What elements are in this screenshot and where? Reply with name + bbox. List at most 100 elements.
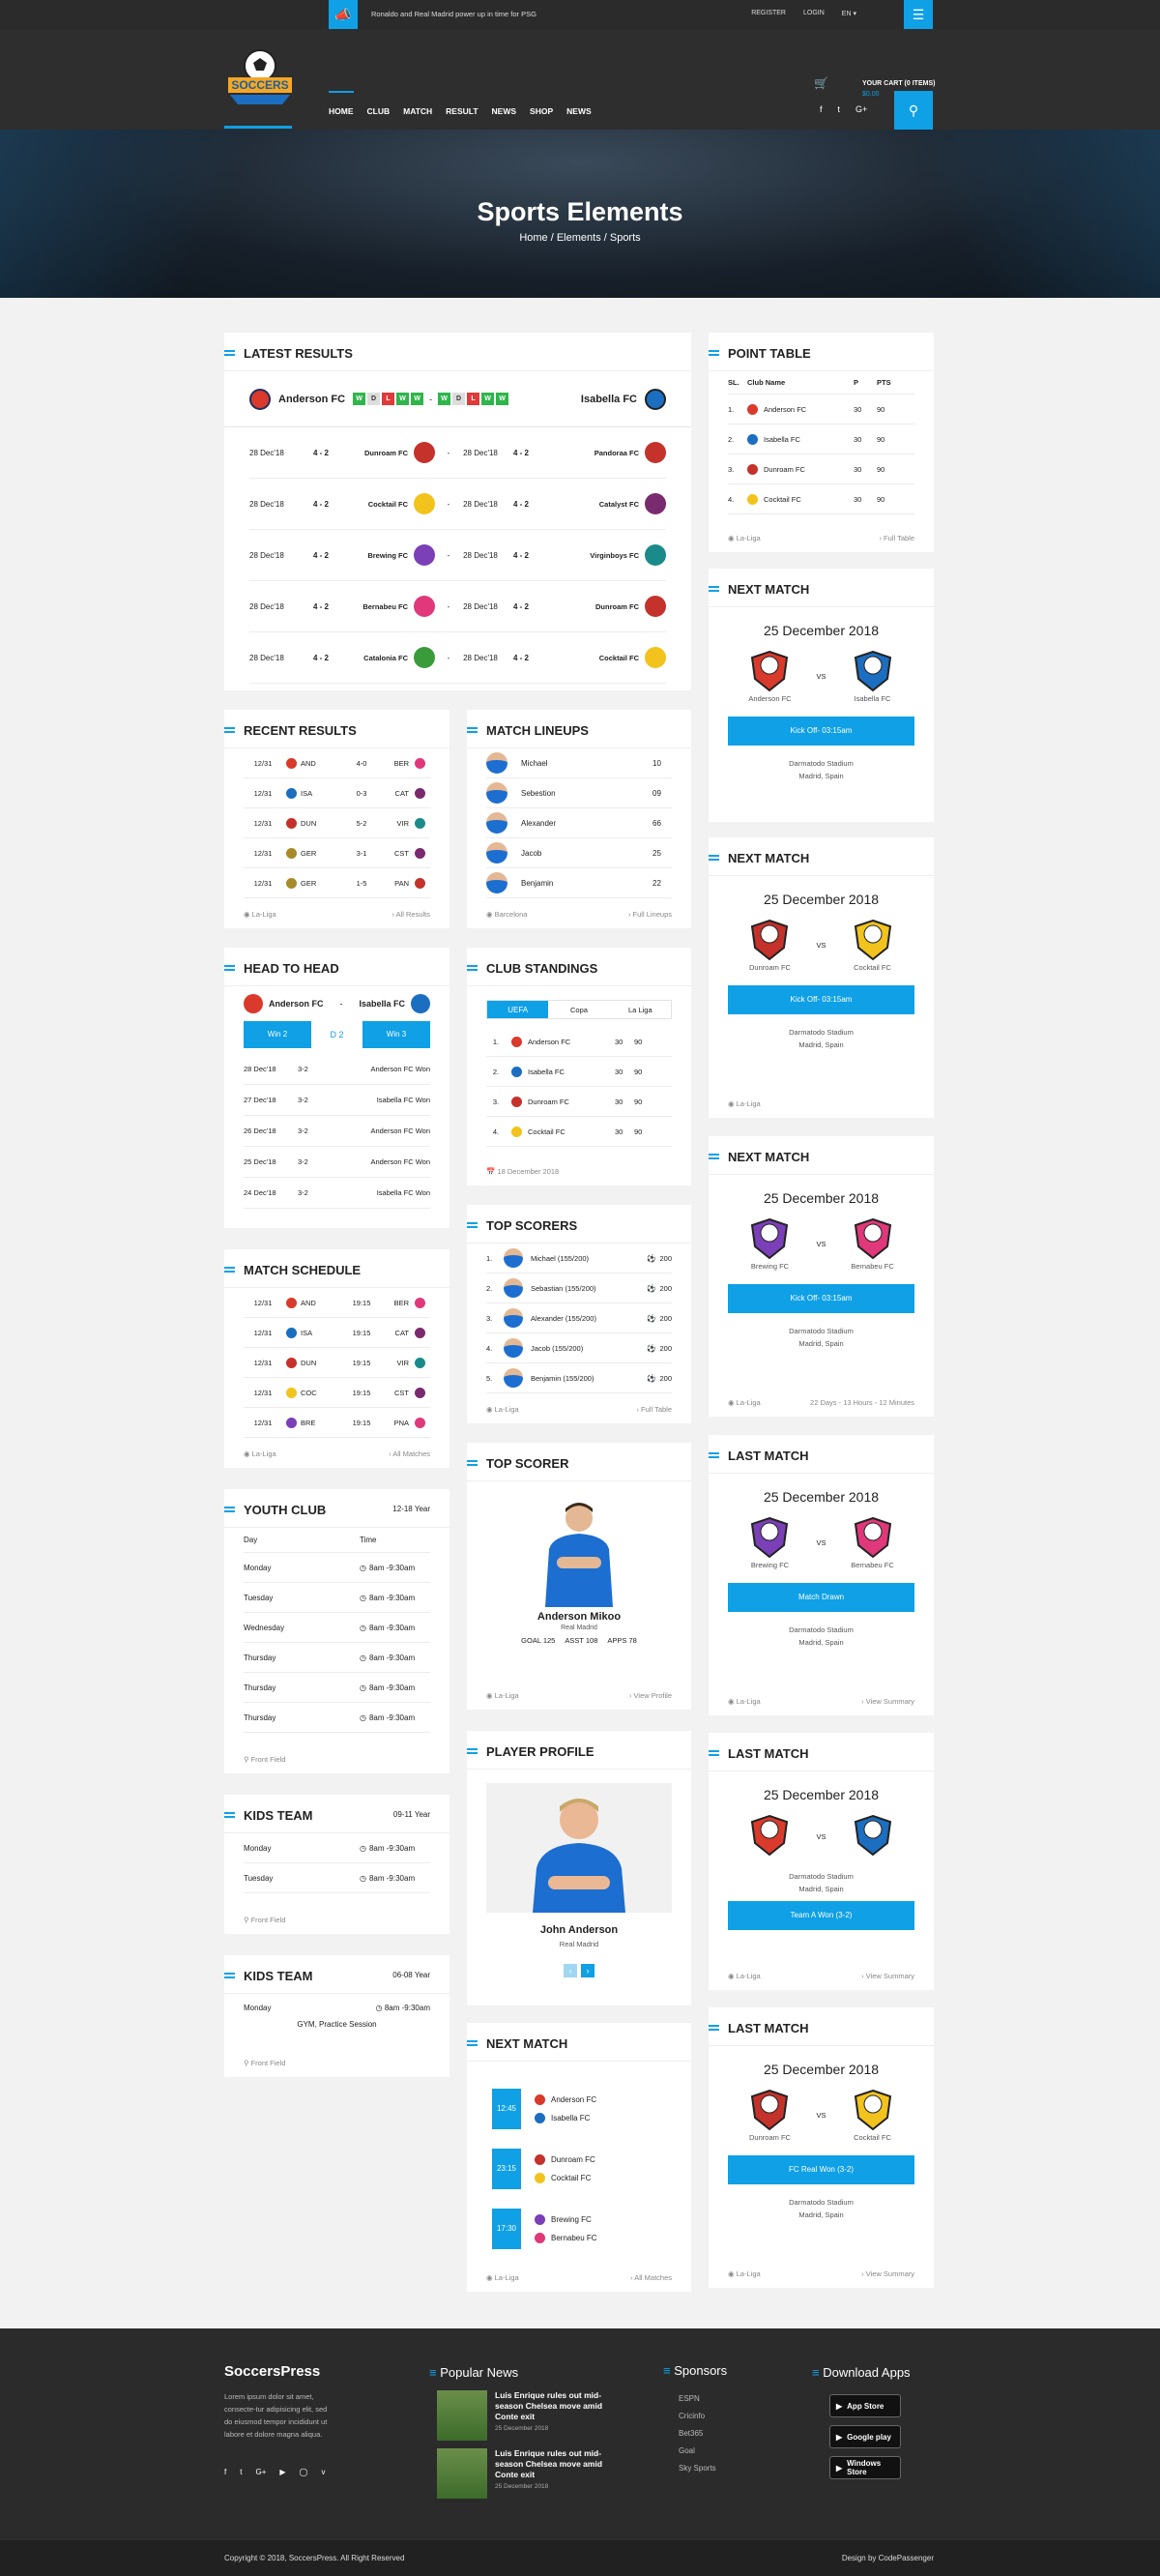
- nav-match[interactable]: MATCH: [403, 91, 432, 116]
- league-link[interactable]: ◉ La-Liga: [244, 910, 276, 919]
- table-row[interactable]: 4. Cocktail FC 30 90: [486, 1117, 672, 1147]
- google-plus-icon[interactable]: G+: [856, 104, 867, 114]
- match-status-button[interactable]: Kick Off- 03:15am: [728, 985, 914, 1014]
- search-button[interactable]: ⚲: [894, 91, 933, 130]
- view-summary-link[interactable]: › View Summary: [861, 1697, 914, 1706]
- league-link[interactable]: ◉ La-Liga: [728, 1972, 761, 1980]
- result-row[interactable]: 28 Dec'18 4 - 2 Dunroam FC -28 Dec'18 4 - 2P…: [249, 427, 666, 479]
- club-link[interactable]: ◉ Barcelona: [486, 910, 527, 919]
- match-status-button[interactable]: Team A Won (3-2): [728, 1901, 914, 1930]
- view-summary-link[interactable]: 22 Days - 13 Hours - 12 Minutes: [810, 1398, 914, 1407]
- match-status-button[interactable]: FC Real Won (3-2): [728, 2155, 914, 2184]
- result-row[interactable]: 28 Dec'18 4 - 2 Brewing FC -28 Dec'18 4 - 2V…: [249, 530, 666, 581]
- vimeo-icon[interactable]: v: [321, 2468, 325, 2476]
- full-table-link[interactable]: › Full Table: [636, 1405, 672, 1414]
- twitter-icon[interactable]: t: [838, 104, 841, 114]
- table-row[interactable]: 4. Cocktail FC 30 90: [728, 484, 914, 514]
- view-profile-link[interactable]: › View Profile: [629, 1691, 672, 1700]
- list-item[interactable]: 12/31 DUN 19:15 VIR: [244, 1348, 430, 1378]
- full-table-link[interactable]: › Full Table: [879, 534, 914, 542]
- match-status-button[interactable]: Kick Off- 03:15am: [728, 717, 914, 746]
- language-select[interactable]: EN ▾: [842, 10, 856, 17]
- menu-icon[interactable]: ☰: [904, 0, 933, 29]
- sponsor-link[interactable]: ESPN: [679, 2390, 716, 2408]
- news-item[interactable]: Luis Enrique rules out mid-season Chelse…: [437, 2448, 621, 2503]
- league-link[interactable]: ◉ La-Liga: [728, 1398, 761, 1407]
- news-item[interactable]: Luis Enrique rules out mid-season Chelse…: [437, 2390, 621, 2444]
- list-item[interactable]: 12/31 COC 19:15 CST: [244, 1378, 430, 1408]
- league-link[interactable]: ◉ La-Liga: [244, 1449, 276, 1458]
- lineup-row[interactable]: Jacob 25: [486, 838, 672, 868]
- tab-copa[interactable]: Copa: [548, 1001, 609, 1018]
- next-match-item[interactable]: 12:45 Anderson FC Isabella FC: [492, 2079, 666, 2139]
- list-item[interactable]: 12/31 GER 3-1 CST: [244, 838, 430, 868]
- all-matches-link[interactable]: › All Matches: [389, 1449, 430, 1458]
- nav-club[interactable]: CLUB: [367, 91, 391, 116]
- list-item[interactable]: 12/31 ISA 0-3 CAT: [244, 778, 430, 808]
- league-link[interactable]: ◉ La-Liga: [728, 534, 761, 542]
- next-match-item[interactable]: 23:15 Dunroam FC Cocktail FC: [492, 2139, 666, 2199]
- list-item[interactable]: 12/31 BRE 19:15 PNA: [244, 1408, 430, 1438]
- lineup-row[interactable]: Alexander 66: [486, 808, 672, 838]
- sponsor-link[interactable]: Goal: [679, 2443, 716, 2460]
- lineup-row[interactable]: Benjamin 22: [486, 868, 672, 898]
- app-store-badge[interactable]: ▶ App Store: [829, 2394, 901, 2417]
- league-link[interactable]: ◉ La-Liga: [486, 2273, 519, 2282]
- view-summary-link[interactable]: › View Summary: [861, 1972, 914, 1980]
- tab-uefa[interactable]: UEFA: [487, 1001, 549, 1018]
- sponsor-link[interactable]: Cricinfo: [679, 2408, 716, 2425]
- view-summary-link[interactable]: › View Summary: [861, 2269, 914, 2278]
- google-plus-icon[interactable]: G+: [255, 2468, 266, 2476]
- prev-arrow-icon[interactable]: ‹: [564, 1964, 577, 1977]
- next-arrow-icon[interactable]: ›: [581, 1964, 594, 1977]
- league-link[interactable]: ◉ La-Liga: [486, 1405, 519, 1414]
- scorer-row[interactable]: 2. Sebastian (155/200) ⚽ 200: [486, 1273, 672, 1303]
- lineup-row[interactable]: Michael 10: [486, 748, 672, 778]
- facebook-icon[interactable]: f: [224, 2468, 226, 2476]
- table-row[interactable]: 1. Anderson FC 30 90: [486, 1027, 672, 1057]
- result-row[interactable]: 28 Dec'18 4 - 2 Catalonia FC -28 Dec'18 4 - …: [249, 632, 666, 684]
- table-row[interactable]: 1. Anderson FC 30 90: [728, 395, 914, 424]
- facebook-icon[interactable]: f: [820, 104, 823, 114]
- list-item[interactable]: 12/31 ISA 19:15 CAT: [244, 1318, 430, 1348]
- instagram-icon[interactable]: ◯: [300, 2468, 308, 2476]
- list-item[interactable]: 12/31 AND 19:15 BER: [244, 1288, 430, 1318]
- league-link[interactable]: ◉ La-Liga: [486, 1691, 519, 1700]
- league-link[interactable]: ◉ La-Liga: [728, 2269, 761, 2278]
- youtube-icon[interactable]: ▶: [279, 2468, 285, 2476]
- list-item[interactable]: 12/31 AND 4-0 BER: [244, 748, 430, 778]
- lineup-row[interactable]: Sebestion 09: [486, 778, 672, 808]
- table-row[interactable]: 2. Isabella FC 30 90: [728, 424, 914, 454]
- result-row[interactable]: 28 Dec'18 4 - 2 Cocktail FC -28 Dec'18 4 - 2…: [249, 479, 666, 530]
- table-row[interactable]: 2. Isabella FC 30 90: [486, 1057, 672, 1087]
- site-logo[interactable]: SOCCERS: [224, 46, 296, 110]
- news-ticker[interactable]: Ronaldo and Real Madrid power up in time…: [371, 10, 536, 18]
- scorer-row[interactable]: 3. Alexander (155/200) ⚽ 200: [486, 1303, 672, 1333]
- footer-brand[interactable]: SoccersPress: [224, 2363, 320, 2380]
- nav-result[interactable]: RESULT: [446, 91, 478, 116]
- nav-news[interactable]: NEWS: [492, 91, 517, 116]
- result-row[interactable]: 28 Dec'18 4 - 2 Bernabeu FC -28 Dec'18 4 - 2…: [249, 581, 666, 632]
- league-link[interactable]: ◉ La-Liga: [728, 1099, 761, 1108]
- scorer-row[interactable]: 4. Jacob (155/200) ⚽ 200: [486, 1333, 672, 1363]
- league-link[interactable]: ◉ La-Liga: [728, 1697, 761, 1706]
- table-row[interactable]: 3. Dunroam FC 30 90: [486, 1087, 672, 1117]
- app-store-badge[interactable]: ▶ Google play: [829, 2425, 901, 2448]
- next-match-item[interactable]: 17:30 Brewing FC Bernabeu FC: [492, 2199, 666, 2259]
- tab-la-liga[interactable]: La Liga: [610, 1001, 671, 1018]
- scorer-row[interactable]: 1. Michael (155/200) ⚽ 200: [486, 1244, 672, 1273]
- nav-news-2[interactable]: NEWS: [566, 91, 592, 116]
- twitter-icon[interactable]: t: [240, 2468, 242, 2476]
- all-matches-link[interactable]: › All Matches: [630, 2273, 672, 2282]
- login-link[interactable]: LOGIN: [803, 10, 825, 17]
- list-item[interactable]: 12/31 DUN 5-2 VIR: [244, 808, 430, 838]
- all-results-link[interactable]: › All Results: [392, 910, 430, 919]
- sponsor-link[interactable]: Sky Sports: [679, 2460, 716, 2477]
- table-row[interactable]: 3. Dunroam FC 30 90: [728, 454, 914, 484]
- match-status-button[interactable]: Match Drawn: [728, 1583, 914, 1612]
- featured-result[interactable]: Anderson FC WDLWW - WDLWW Isabella FC: [224, 371, 691, 427]
- sponsor-link[interactable]: Bet365: [679, 2425, 716, 2443]
- register-link[interactable]: REGISTER: [751, 10, 786, 17]
- app-store-badge[interactable]: ▶ Windows Store: [829, 2456, 901, 2479]
- full-lineups-link[interactable]: › Full Lineups: [628, 910, 672, 919]
